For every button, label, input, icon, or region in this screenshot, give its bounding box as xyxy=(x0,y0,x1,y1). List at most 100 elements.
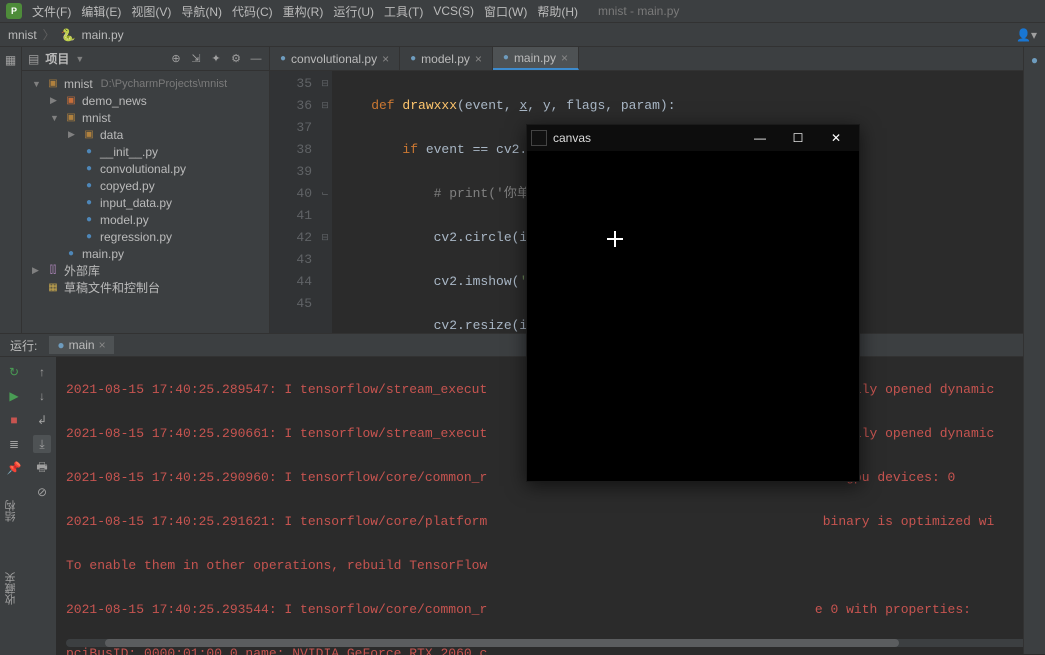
breadcrumb-root[interactable]: mnist xyxy=(8,28,37,42)
left-tool-stripe: ▦ xyxy=(0,47,22,333)
fold-handle-icon[interactable]: ⊟ xyxy=(318,227,332,249)
fold-handle-icon[interactable]: ⊟ xyxy=(318,73,332,95)
breadcrumb-file[interactable]: main.py xyxy=(82,28,124,42)
wrap-icon[interactable]: ↲ xyxy=(33,411,51,429)
line-number: 43 xyxy=(270,249,312,271)
tree-file-copyed[interactable]: ● copyed.py xyxy=(22,177,269,194)
stop-icon[interactable]: ■ xyxy=(5,411,23,429)
python-file-icon: ● xyxy=(82,163,96,174)
collapse-icon[interactable]: ✦ xyxy=(209,52,223,66)
run-tab-main[interactable]: ● main × xyxy=(49,336,113,354)
scroll-icon[interactable]: ⤓ xyxy=(33,435,51,453)
line-number: 37 xyxy=(270,117,312,139)
chevron-right-icon[interactable]: ▶ xyxy=(50,95,60,106)
line-number: 38 xyxy=(270,139,312,161)
line-number: 39 xyxy=(270,161,312,183)
run-header: 运行: ● main × xyxy=(0,334,1045,357)
clear-icon[interactable]: ⊘ xyxy=(33,483,51,501)
hide-icon[interactable]: — xyxy=(249,52,263,66)
gear-icon[interactable]: ⚙ xyxy=(229,52,243,66)
close-icon[interactable]: × xyxy=(561,51,568,65)
chevron-right-icon[interactable]: ▶ xyxy=(68,129,78,140)
chevron-right-icon[interactable]: ▶ xyxy=(32,265,42,276)
select-opened-icon[interactable]: ⊕ xyxy=(169,52,183,66)
expand-all-icon[interactable]: ⇲ xyxy=(189,52,203,66)
tree-folder-data[interactable]: ▶ ▣ data xyxy=(22,126,269,143)
library-icon: ⫿⫿ xyxy=(46,265,60,276)
fold-handle-icon[interactable]: ⊟ xyxy=(318,95,332,117)
menu-navigate[interactable]: 导航(N) xyxy=(181,3,222,20)
close-icon[interactable]: × xyxy=(475,52,482,66)
menu-run[interactable]: 运行(U) xyxy=(333,3,374,20)
menu-edit[interactable]: 编辑(E) xyxy=(81,3,121,20)
menu-tools[interactable]: 工具(T) xyxy=(384,3,423,20)
maximize-icon[interactable]: ☐ xyxy=(779,131,817,145)
tree-folder-mnist[interactable]: ▼ ▣ mnist xyxy=(22,109,269,126)
menu-vcs[interactable]: VCS(S) xyxy=(433,4,474,18)
python-file-icon: ● xyxy=(82,231,96,242)
close-icon[interactable]: ✕ xyxy=(817,131,855,145)
minimize-icon[interactable]: — xyxy=(741,131,779,145)
close-icon[interactable]: × xyxy=(99,338,106,352)
tree-root[interactable]: ▼ ▣ mnist D:\PycharmProjects\mnist xyxy=(22,75,269,92)
run-icon[interactable]: ▶ xyxy=(5,387,23,405)
tree-file-input-data[interactable]: ● input_data.py xyxy=(22,194,269,211)
tree-label: main.py xyxy=(82,247,124,261)
layout-icon[interactable]: ≣ xyxy=(5,435,23,453)
tree-file-init[interactable]: ● __init__.py xyxy=(22,143,269,160)
down-icon[interactable]: ↓ xyxy=(33,387,51,405)
app-logo-icon: P xyxy=(6,3,22,19)
tree-label: convolutional.py xyxy=(100,162,186,176)
tab-model[interactable]: ● model.py × xyxy=(400,47,493,70)
menu-view[interactable]: 视图(V) xyxy=(131,3,171,20)
pin-icon[interactable]: 📌 xyxy=(5,459,23,477)
tree-folder-demo-news[interactable]: ▶ ▣ demo_news xyxy=(22,92,269,109)
tree-label: model.py xyxy=(100,213,149,227)
project-tool-icon[interactable]: ▦ xyxy=(5,53,16,67)
favorites-tool-label[interactable]: 收藏夹 xyxy=(3,572,19,605)
tree-label: data xyxy=(100,128,123,142)
menu-help[interactable]: 帮助(H) xyxy=(537,3,578,20)
python-file-icon: ● xyxy=(64,248,78,259)
folder-icon: ▣ xyxy=(46,78,60,89)
close-icon[interactable]: × xyxy=(382,52,389,66)
python-file-icon: ● xyxy=(82,146,96,157)
run-body: ↻ ▶ ■ ≣ 📌 ↑ ↓ ↲ ⤓ 🖶 ⊘ 2021-08-15 17:40:2… xyxy=(0,357,1045,655)
line-number-gutter: 35 36 37 38 39 40 41 42 43 44 45 xyxy=(270,71,318,333)
up-icon[interactable]: ↑ xyxy=(33,363,51,381)
rerun-icon[interactable]: ↻ xyxy=(5,363,23,381)
project-tree: ▼ ▣ mnist D:\PycharmProjects\mnist ▶ ▣ d… xyxy=(22,71,269,300)
sidebar-header: ▤ 项目 ▼ ⊕ ⇲ ✦ ⚙ — xyxy=(22,47,269,71)
chevron-down-icon[interactable]: ▼ xyxy=(32,79,42,89)
main-split: ▦ ▤ 项目 ▼ ⊕ ⇲ ✦ ⚙ — ▼ ▣ mnist D:\PycharmP… xyxy=(0,47,1045,333)
structure-tool-label[interactable]: 结构 xyxy=(3,500,19,522)
tab-main[interactable]: ● main.py × xyxy=(493,47,579,70)
line-number: 45 xyxy=(270,293,312,315)
print-icon[interactable]: 🖶 xyxy=(33,459,51,477)
console-scrollbar[interactable] xyxy=(66,639,1035,647)
canvas-window[interactable]: canvas — ☐ ✕ xyxy=(526,124,860,482)
tree-scratches[interactable]: ▦ 草稿文件和控制台 xyxy=(22,279,269,296)
tree-label: demo_news xyxy=(82,94,147,108)
tree-file-main[interactable]: ● main.py xyxy=(22,245,269,262)
python-file-icon: 🐍 xyxy=(61,28,76,42)
tree-file-model[interactable]: ● model.py xyxy=(22,211,269,228)
canvas-content[interactable] xyxy=(527,151,859,481)
dropdown-icon[interactable]: ▼ xyxy=(75,54,84,64)
chevron-down-icon[interactable]: ▼ xyxy=(50,113,60,123)
tree-external-libraries[interactable]: ▶ ⫿⫿ 外部库 xyxy=(22,262,269,279)
tree-label: 草稿文件和控制台 xyxy=(64,279,160,296)
tree-file-regression[interactable]: ● regression.py xyxy=(22,228,269,245)
window-icon xyxy=(531,130,547,146)
tree-file-convolutional[interactable]: ● convolutional.py xyxy=(22,160,269,177)
tab-convolutional[interactable]: ● convolutional.py × xyxy=(270,47,400,70)
scrollbar-thumb[interactable] xyxy=(105,639,900,647)
user-icon[interactable]: 👤▾ xyxy=(1016,28,1037,42)
menu-refactor[interactable]: 重构(R) xyxy=(283,3,324,20)
menu-code[interactable]: 代码(C) xyxy=(232,3,273,20)
python-console-icon[interactable]: ● xyxy=(1024,53,1045,67)
canvas-titlebar[interactable]: canvas — ☐ ✕ xyxy=(527,125,859,151)
fold-end-icon[interactable]: ⌙ xyxy=(318,183,332,205)
menu-file[interactable]: 文件(F) xyxy=(32,3,71,20)
menu-window[interactable]: 窗口(W) xyxy=(484,3,527,20)
